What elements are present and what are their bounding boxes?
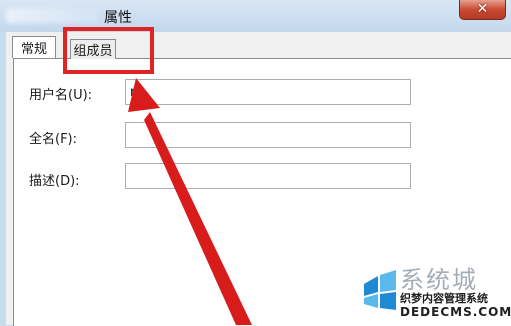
watermark: 系统城 织梦内容管理系统 DEDECMS.COM <box>360 262 511 325</box>
watermark-logo-icon <box>364 270 396 310</box>
watermark-url: DEDECMS.COM <box>400 305 511 319</box>
watermark-subtitle: 织梦内容管理系统 <box>400 292 488 305</box>
